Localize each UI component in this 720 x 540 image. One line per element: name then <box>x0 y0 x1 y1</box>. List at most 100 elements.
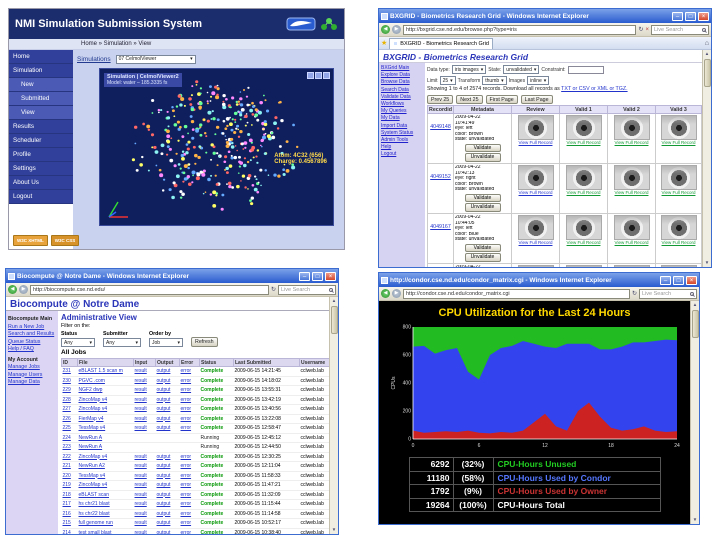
refresh-jobs-button[interactable]: Refresh <box>191 337 218 347</box>
job-error-link[interactable]: error <box>181 387 192 393</box>
close-button[interactable]: × <box>698 11 709 21</box>
column-header[interactable]: Output <box>155 358 180 367</box>
validate-button[interactable]: Validate <box>464 193 501 203</box>
job-file-link[interactable]: NewRun A <box>79 435 103 441</box>
column-header[interactable]: Status <box>199 358 234 367</box>
bxgrid-sidebar-link[interactable]: Explore Data <box>381 72 423 79</box>
iris-valid-image[interactable] <box>613 115 650 140</box>
pager-button[interactable]: Next 25 <box>456 95 483 104</box>
scroll-thumb[interactable] <box>703 59 711 87</box>
state-select[interactable]: unvalidated ▾ <box>503 65 540 74</box>
nmi-sidebar-item[interactable]: Profile <box>9 148 73 162</box>
address-bar[interactable]: http://biocompute.cse.nd.edu/ <box>30 284 269 295</box>
scroll-up-icon[interactable]: ▲ <box>705 50 709 58</box>
job-output-link[interactable]: output <box>157 530 171 535</box>
job-id-link[interactable]: 228 <box>63 397 71 403</box>
search-input[interactable]: Live Search <box>639 288 697 299</box>
job-file-link[interactable]: full genome run <box>79 520 113 526</box>
view-full-record-link[interactable]: View Full Record <box>561 140 606 146</box>
iris-valid-image[interactable] <box>565 214 602 240</box>
refresh-button[interactable]: ↻ <box>271 285 276 295</box>
breadcrumb[interactable]: Home » Simulation » View <box>9 39 344 50</box>
submitter-filter-select[interactable]: Any ▾ <box>103 338 141 347</box>
bxgrid-sidebar-link[interactable]: Admin Tools <box>381 137 423 144</box>
job-input-link[interactable]: result <box>135 387 147 393</box>
job-id-link[interactable]: 223 <box>63 444 71 450</box>
job-id-link[interactable]: 224 <box>63 435 71 441</box>
job-input-link[interactable]: result <box>135 454 147 460</box>
job-input-link[interactable]: result <box>135 473 147 479</box>
viewer-select[interactable]: 07 CelmolViewer ▾ <box>115 54 196 64</box>
job-id-link[interactable]: 218 <box>63 492 71 498</box>
browser-tab[interactable]: BXGRID - Biometrics Research Grid <box>389 37 493 49</box>
job-input-link[interactable]: result <box>135 425 147 431</box>
job-file-link[interactable]: NGF2 dwp <box>79 387 103 393</box>
job-id-link[interactable]: 216 <box>63 511 71 517</box>
job-id-link[interactable]: 217 <box>63 501 71 507</box>
job-output-link[interactable]: output <box>157 473 171 479</box>
biocompute-sidebar-item[interactable]: Queue Status <box>8 339 56 347</box>
molecule-viewer[interactable]: Simulation | CelmolViewer2 Model: water … <box>99 68 334 226</box>
forward-button[interactable]: ▶ <box>392 25 401 34</box>
maximize-button[interactable]: □ <box>312 271 323 281</box>
job-output-link[interactable]: output <box>157 387 171 393</box>
scroll-down-icon[interactable]: ▼ <box>705 259 709 267</box>
scroll-up-icon[interactable]: ▲ <box>332 297 336 305</box>
bxgrid-sidebar-link[interactable]: Browse Data <box>381 79 423 86</box>
nmi-sidebar-item[interactable]: View <box>9 106 73 120</box>
column-header[interactable]: Username <box>299 358 329 367</box>
job-id-link[interactable]: 222 <box>63 454 71 460</box>
job-error-link[interactable]: error <box>181 482 192 488</box>
job-id-link[interactable]: 225 <box>63 425 71 431</box>
job-output-link[interactable]: output <box>157 520 171 526</box>
nmi-sidebar-item[interactable]: Logout <box>9 190 73 204</box>
iris-review-image[interactable] <box>517 214 554 240</box>
job-error-link[interactable]: error <box>181 530 192 535</box>
view-full-record-link[interactable]: View Full Record <box>561 240 606 246</box>
job-error-link[interactable]: error <box>181 397 192 403</box>
job-error-link[interactable]: error <box>181 463 192 469</box>
biocompute-sidebar-item[interactable]: My Account <box>8 357 56 365</box>
minimize-button[interactable]: – <box>672 11 683 21</box>
job-error-link[interactable]: error <box>181 501 192 507</box>
bxgrid-sidebar-link[interactable]: My Data <box>381 115 423 122</box>
job-file-link[interactable]: ZincoMap v4 <box>79 406 108 412</box>
vertical-scrollbar[interactable]: ▲ ▼ <box>702 50 711 267</box>
nmi-sidebar-item[interactable]: Settings <box>9 162 73 176</box>
job-error-link[interactable]: error <box>181 454 192 460</box>
job-output-link[interactable]: output <box>157 492 171 498</box>
scroll-up-icon[interactable]: ▲ <box>693 301 697 309</box>
job-id-link[interactable]: 230 <box>63 378 71 384</box>
validate-button[interactable]: Validate <box>464 243 501 253</box>
refresh-button[interactable]: ↻ <box>632 289 637 299</box>
record-id-link[interactable]: 4049148 <box>430 124 451 130</box>
iris-valid-image[interactable] <box>565 115 602 140</box>
condor-titlebar[interactable]: http://condor.cse.nd.edu/condor_matrix.c… <box>379 273 699 287</box>
iris-valid-image[interactable] <box>613 164 650 190</box>
iris-valid-image[interactable] <box>613 214 650 240</box>
column-header[interactable]: Valid 3 <box>655 105 702 114</box>
column-header[interactable]: File <box>77 358 134 367</box>
home-icon[interactable]: ⌂ <box>705 40 709 47</box>
job-output-link[interactable]: output <box>157 511 171 517</box>
job-id-link[interactable]: 219 <box>63 482 71 488</box>
job-error-link[interactable]: error <box>181 368 192 374</box>
bxgrid-sidebar-link[interactable]: System Status <box>381 130 423 137</box>
job-id-link[interactable]: 231 <box>63 368 71 374</box>
job-output-link[interactable]: output <box>157 501 171 507</box>
bxgrid-sidebar-link[interactable]: BXGrid Main <box>381 65 423 72</box>
job-input-link[interactable]: result <box>135 368 147 374</box>
record-id-link[interactable]: 4049152 <box>430 174 451 180</box>
job-file-link[interactable]: eBLAST 1.5 scan m <box>79 368 123 374</box>
job-id-link[interactable]: 220 <box>63 473 71 479</box>
job-input-link[interactable]: result <box>135 520 147 526</box>
nmi-sidebar-item[interactable]: New <box>9 78 73 92</box>
w3c-badge[interactable]: W3C CSS <box>50 235 80 246</box>
job-error-link[interactable]: error <box>181 473 192 479</box>
job-id-link[interactable]: 221 <box>63 463 71 469</box>
job-output-link[interactable]: output <box>157 368 171 374</box>
constraint-input[interactable] <box>567 65 604 74</box>
job-error-link[interactable]: error <box>181 406 192 412</box>
column-header[interactable]: ID <box>61 358 78 367</box>
job-error-link[interactable]: error <box>181 511 192 517</box>
